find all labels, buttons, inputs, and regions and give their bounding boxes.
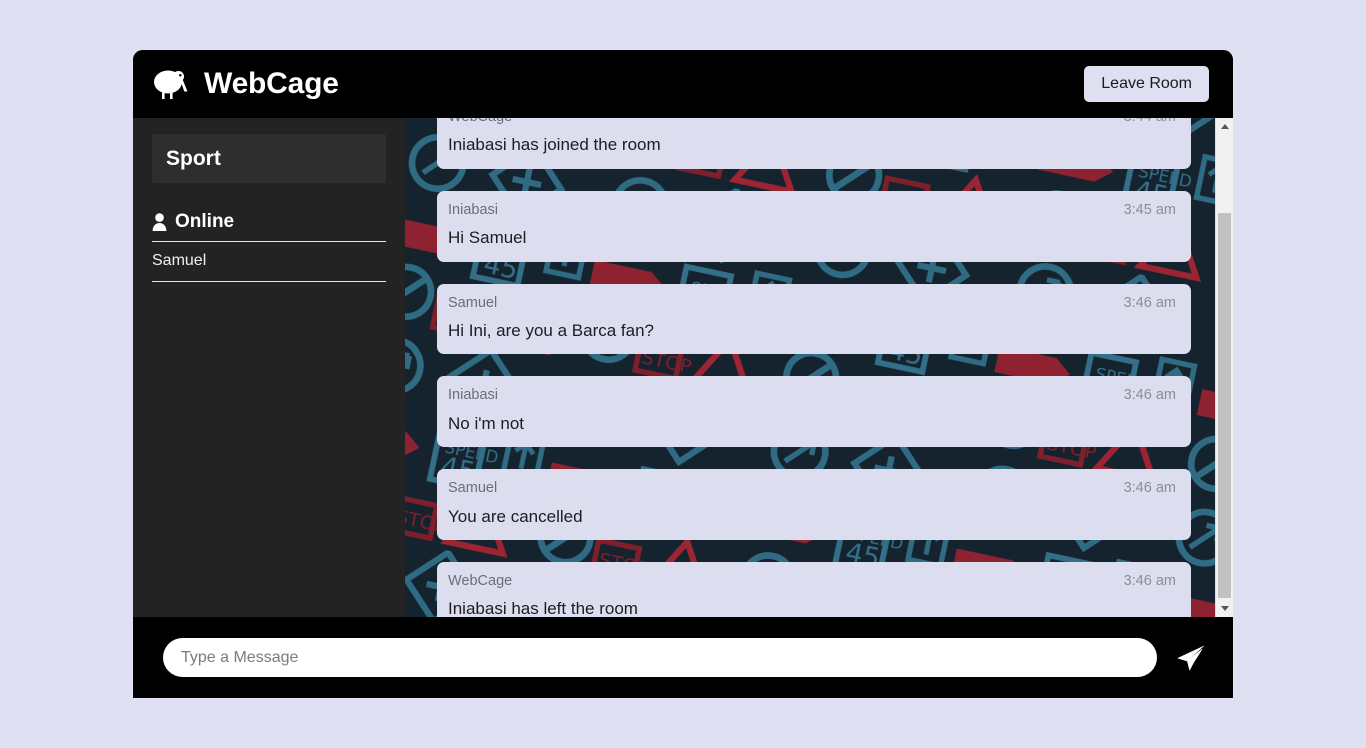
- message-author: Iniabasi: [448, 387, 498, 404]
- online-user-list: Samuel: [152, 241, 386, 282]
- message-header: Samuel 3:46 am: [448, 480, 1176, 497]
- message-header: WebCage 3:46 am: [448, 573, 1176, 590]
- kiwi-bird-icon: [151, 67, 193, 101]
- sidebar: Sport Online Samuel: [133, 118, 405, 617]
- message-text: Hi Ini, are you a Barca fan?: [448, 320, 655, 340]
- message-text: No i'm not: [448, 413, 524, 433]
- message-time: 3:44 am: [1124, 118, 1176, 126]
- app-header: WebCage Leave Room: [133, 50, 1233, 118]
- message-author: WebCage: [448, 572, 513, 589]
- message-bubble: Iniabasi 3:46 am No i'm not: [437, 376, 1191, 448]
- message-bubble: WebCage 3:44 am Iniabasi has joined the …: [437, 118, 1191, 169]
- message-header: Iniabasi 3:46 am: [448, 387, 1176, 404]
- message-bubble: Samuel 3:46 am You are cancelled: [437, 469, 1191, 540]
- online-label: Online: [175, 211, 235, 232]
- message-text: Iniabasi has joined the room: [448, 135, 661, 155]
- message-author: WebCage: [448, 118, 512, 126]
- message-list: WebCage 3:44 am Iniabasi has joined the …: [405, 118, 1233, 617]
- message-text: Hi Samuel: [448, 228, 527, 248]
- scroll-down-button[interactable]: [1216, 600, 1233, 617]
- message-input[interactable]: [163, 638, 1157, 677]
- paper-plane-icon: [1176, 643, 1206, 673]
- message-text: Iniabasi has left the room: [448, 599, 638, 617]
- message-time: 3:46 am: [1123, 294, 1176, 311]
- brand-title: WebCage: [204, 67, 339, 100]
- list-item[interactable]: Samuel: [152, 241, 386, 282]
- triangle-up-icon: [1220, 124, 1229, 129]
- room-name: Sport: [166, 147, 221, 170]
- message-time: 3:46 am: [1123, 480, 1176, 497]
- chat-scrollbar[interactable]: [1215, 118, 1233, 617]
- message-bubble: Samuel 3:46 am Hi Ini, are you a Barca f…: [437, 283, 1191, 355]
- message-composer: [133, 617, 1233, 698]
- app-window: WebCage Leave Room Sport Online Samuel I…: [133, 50, 1233, 698]
- triangle-down-icon: [1220, 606, 1229, 611]
- app-body: Sport Online Samuel Iniabasi has joined …: [133, 118, 1233, 617]
- message-author: Iniabasi: [448, 201, 498, 218]
- scrollbar-thumb[interactable]: [1218, 213, 1231, 598]
- message-header: WebCage 3:44 am: [448, 118, 1176, 126]
- message-author: Samuel: [448, 480, 498, 497]
- message-bubble: WebCage 3:46 am Iniabasi has left the ro…: [437, 561, 1191, 617]
- leave-room-button[interactable]: Leave Room: [1084, 66, 1209, 102]
- room-title-box: Sport: [152, 134, 386, 183]
- message-author: Samuel: [448, 294, 498, 311]
- chat-panel: SPEED 45 STOP: [405, 118, 1233, 617]
- message-text: You are cancelled: [448, 506, 583, 526]
- message-header: Iniabasi 3:45 am: [448, 202, 1176, 219]
- scroll-up-button[interactable]: [1216, 118, 1233, 135]
- send-button[interactable]: [1171, 638, 1211, 678]
- message-bubble: Iniabasi 3:45 am Hi Samuel: [437, 190, 1191, 262]
- message-time: 3:45 am: [1123, 201, 1176, 218]
- online-section-header: Online: [152, 212, 386, 241]
- message-header: Samuel 3:46 am: [448, 295, 1176, 312]
- message-time: 3:46 am: [1123, 387, 1176, 404]
- brand: WebCage: [151, 67, 339, 101]
- user-icon: [152, 212, 167, 231]
- message-time: 3:46 am: [1123, 572, 1176, 589]
